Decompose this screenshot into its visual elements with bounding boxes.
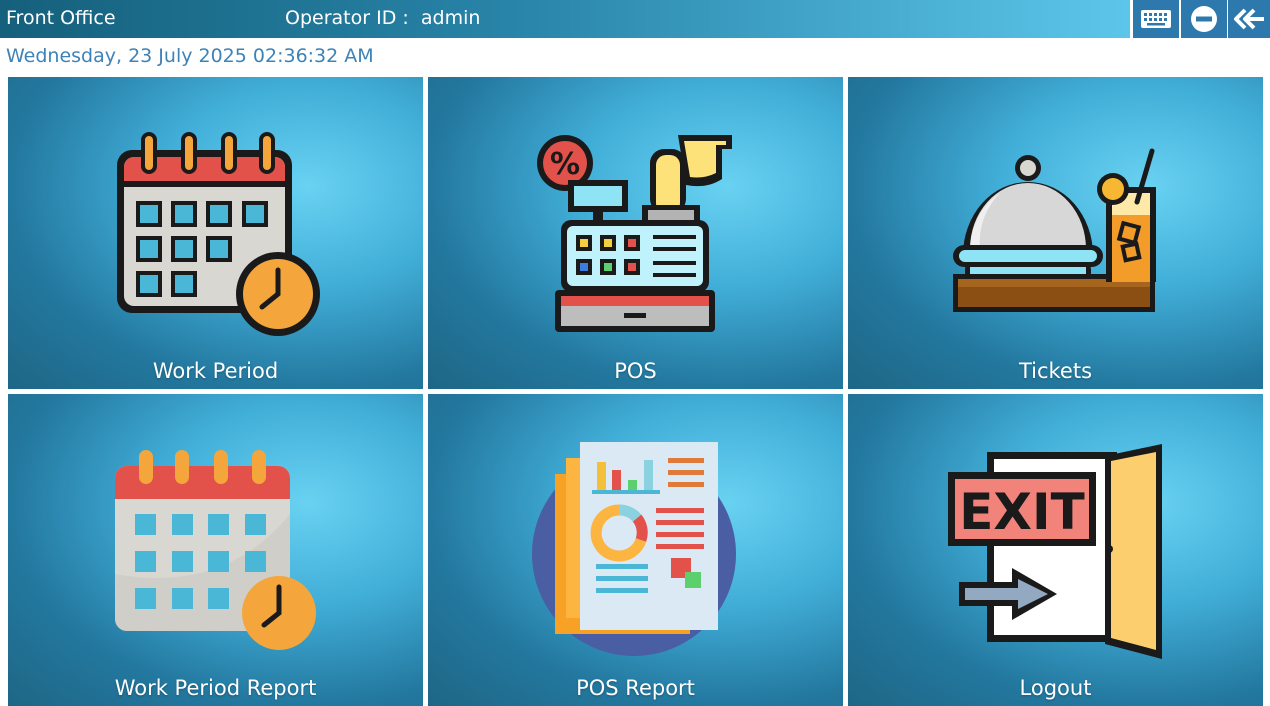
back-arrows-icon (1234, 8, 1264, 30)
tile-work-period[interactable]: Work Period (8, 77, 423, 389)
tile-label: Work Period Report (114, 676, 317, 700)
keyboard-icon (1141, 10, 1171, 28)
tile-work-period-report[interactable]: Work Period Report (8, 394, 423, 706)
tile-pos[interactable]: % POS (428, 77, 843, 389)
tile-label: POS (614, 359, 657, 383)
tile-tickets[interactable]: Tickets (848, 77, 1263, 389)
keyboard-button[interactable] (1133, 0, 1179, 38)
title-bar: Front Office Operator ID : admin (0, 0, 1130, 38)
minimize-button[interactable] (1181, 0, 1227, 38)
report-document-icon (532, 442, 736, 656)
operator-label: Operator ID : (285, 7, 409, 29)
tile-label: Logout (1019, 676, 1092, 700)
svg-text:EXIT: EXIT (959, 483, 1084, 541)
cash-register-icon: % (537, 135, 732, 332)
date-time: Wednesday, 23 July 2025 02:36:32 AM (6, 45, 374, 67)
tile-logout[interactable]: EXIT Logout (848, 394, 1263, 706)
app-title: Front Office (6, 7, 116, 29)
operator-info: Operator ID : admin (285, 7, 480, 29)
tile-pos-report[interactable]: POS Report (428, 394, 843, 706)
operator-value: admin (420, 7, 481, 29)
tile-label: Tickets (1018, 359, 1093, 383)
calendar-report-icon (115, 450, 316, 650)
tile-label: Work Period (152, 359, 279, 383)
tile-label: POS Report (576, 676, 695, 700)
svg-text:%: % (550, 147, 580, 182)
exit-door-icon: EXIT (948, 444, 1162, 659)
food-cloche-icon (953, 148, 1156, 312)
minimize-icon (1191, 6, 1217, 32)
back-button[interactable] (1228, 0, 1270, 38)
calendar-clock-icon (117, 132, 320, 336)
